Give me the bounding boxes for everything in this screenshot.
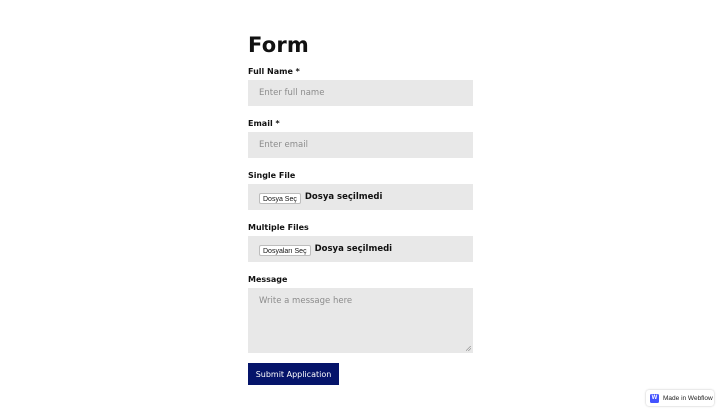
- application-form: Form Full Name * Email * Single File Dos…: [248, 32, 473, 385]
- email-field: Email *: [248, 119, 473, 158]
- single-file-label: Single File: [248, 171, 296, 180]
- made-in-webflow-text: Made in Webflow: [663, 394, 713, 402]
- submit-application-button[interactable]: Submit Application: [248, 363, 339, 385]
- email-label: Email *: [248, 119, 280, 128]
- single-file-status: Dosya seçilmedi: [304, 192, 383, 202]
- single-file-input[interactable]: Dosya Seç Dosya seçilmedi: [248, 184, 473, 210]
- multiple-files-input[interactable]: Dosyaları Seç Dosya seçilmedi: [248, 236, 473, 262]
- single-file-field: Single File Dosya Seç Dosya seçilmedi: [248, 171, 473, 210]
- made-in-webflow-badge[interactable]: W Made in Webflow: [646, 390, 714, 406]
- multiple-files-field: Multiple Files Dosyaları Seç Dosya seçil…: [248, 223, 473, 262]
- multiple-files-label: Multiple Files: [248, 223, 309, 232]
- multiple-files-choose-button[interactable]: Dosyaları Seç: [259, 244, 311, 256]
- message-field: Message: [248, 275, 473, 353]
- form-title: Form: [248, 33, 309, 57]
- page: Form Full Name * Email * Single File Dos…: [0, 0, 720, 411]
- full-name-input[interactable]: [248, 80, 473, 106]
- full-name-label: Full Name *: [248, 67, 300, 76]
- message-textarea[interactable]: [248, 288, 473, 353]
- full-name-field: Full Name *: [248, 67, 473, 106]
- multiple-files-status: Dosya seçilmedi: [314, 244, 393, 254]
- single-file-choose-button[interactable]: Dosya Seç: [259, 192, 301, 204]
- message-label: Message: [248, 275, 288, 284]
- message-textarea-wrap: [248, 288, 473, 353]
- resize-grip-icon[interactable]: [466, 346, 471, 351]
- email-input[interactable]: [248, 132, 473, 158]
- webflow-logo-icon: W: [650, 393, 659, 403]
